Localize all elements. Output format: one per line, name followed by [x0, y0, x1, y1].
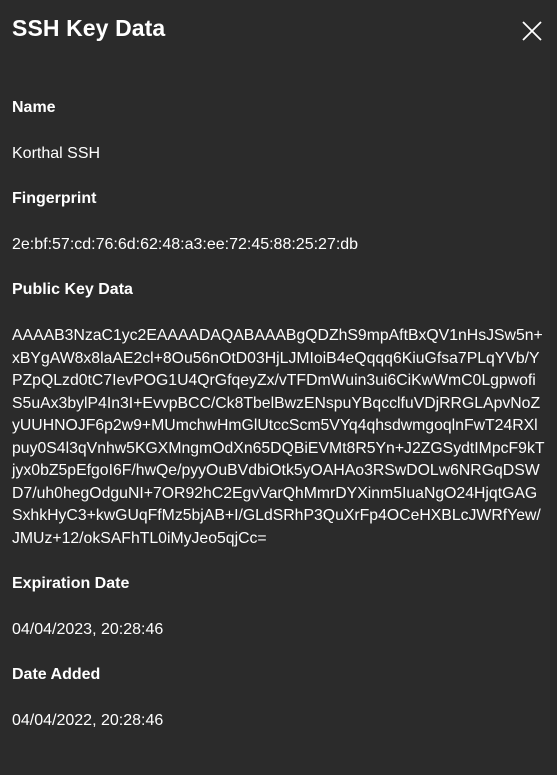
- dialog-title: SSH Key Data: [12, 15, 166, 41]
- name-label: Name: [12, 99, 56, 116]
- public-key-value: AAAAB3NzaC1yc2EAAAADAQABAAABgQDZhS9mpAft…: [12, 327, 545, 547]
- date-added-label: Date Added: [12, 666, 101, 683]
- fingerprint-value: 2e:bf:57:cd:76:6d:62:48:a3:ee:72:45:88:2…: [12, 236, 359, 253]
- public-key-label: Public Key Data: [12, 281, 133, 298]
- date-added-value: 04/04/2022, 20:28:46: [12, 712, 164, 729]
- close-icon: [522, 21, 542, 41]
- key-fields: Name Korthal SSH Fingerprint 2e:bf:57:cd…: [12, 98, 546, 732]
- ssh-key-data-panel: SSH Key Data Name Korthal SSH Fingerprin…: [0, 0, 557, 775]
- fingerprint-label: Fingerprint: [12, 190, 97, 207]
- close-button[interactable]: [521, 20, 543, 42]
- expiration-date-value: 04/04/2023, 20:28:46: [12, 621, 164, 638]
- expiration-date-label: Expiration Date: [12, 575, 130, 592]
- name-value: Korthal SSH: [12, 145, 101, 162]
